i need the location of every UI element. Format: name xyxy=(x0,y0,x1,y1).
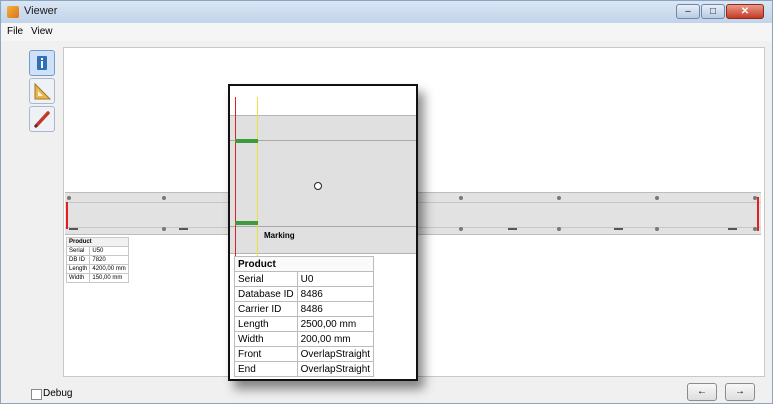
zoom-red-marker xyxy=(235,97,236,257)
small-table-value: U50 xyxy=(89,246,129,256)
product-table-value: OverlapStraight xyxy=(296,361,375,377)
strip-hole xyxy=(655,196,659,200)
debug-label: Debug xyxy=(43,388,73,399)
product-info-table: Product Serial U0 Database ID 8486 Carri… xyxy=(233,256,375,377)
small-table-key: Serial xyxy=(65,246,91,256)
small-table-header: Product xyxy=(66,237,129,247)
measure-tool-button[interactable] xyxy=(29,78,55,104)
zoom-yellow-guide xyxy=(257,97,258,257)
small-table-key: Width xyxy=(65,273,91,283)
strip-end-marker xyxy=(757,197,759,231)
small-table-key: Length xyxy=(65,264,91,274)
viewer-window: Viewer – □ ✕ File View Product Serial U5… xyxy=(0,0,773,404)
strip-start-marker xyxy=(66,202,68,229)
maximize-button[interactable]: □ xyxy=(701,4,725,19)
zoom-green-marker xyxy=(235,139,258,143)
close-button[interactable]: ✕ xyxy=(726,4,764,19)
product-table-value: 200,00 mm xyxy=(296,331,375,347)
product-table-key: Width xyxy=(234,331,298,347)
strip-hole xyxy=(655,227,659,231)
product-table-value: OverlapStraight xyxy=(296,346,375,362)
strip-slot xyxy=(614,228,623,230)
product-table-key: End xyxy=(234,361,298,377)
product-table-key: Carrier ID xyxy=(234,301,298,317)
debug-checkbox[interactable] xyxy=(31,389,42,400)
strip-hole xyxy=(459,196,463,200)
product-table-value: 8486 xyxy=(296,301,375,317)
strip-hole xyxy=(67,196,71,200)
menu-bar: File View xyxy=(1,23,772,41)
strip-hole xyxy=(557,196,561,200)
pencil-icon xyxy=(34,111,50,128)
strip-hole xyxy=(459,227,463,231)
strip-slot xyxy=(728,228,737,230)
menu-view[interactable]: View xyxy=(31,26,53,37)
product-info-table-small: Product Serial U50 DB ID 7820 Length 420… xyxy=(65,237,129,283)
title-bar: Viewer – □ ✕ xyxy=(1,1,772,23)
window-title: Viewer xyxy=(24,5,58,17)
previous-button[interactable]: ← xyxy=(687,383,717,401)
strip-hole xyxy=(753,196,757,200)
strip-slot xyxy=(69,228,78,230)
strip-hole xyxy=(162,227,166,231)
product-table-value: 8486 xyxy=(296,286,375,302)
info-icon xyxy=(37,56,47,70)
small-table-key: DB ID xyxy=(65,255,91,265)
strip-slot xyxy=(508,228,517,230)
strip-hole xyxy=(162,196,166,200)
strip-hole xyxy=(753,227,757,231)
strip-slot xyxy=(179,228,188,230)
product-table-key: Length xyxy=(234,316,298,332)
minimize-button[interactable]: – xyxy=(676,4,700,19)
next-button[interactable]: → xyxy=(725,383,755,401)
draw-tool-button[interactable] xyxy=(29,106,55,132)
product-table-key: Serial xyxy=(234,271,298,287)
small-table-value: 150,00 mm xyxy=(89,273,129,283)
zoom-green-marker xyxy=(235,221,258,225)
strip-hole xyxy=(557,227,561,231)
menu-file[interactable]: File xyxy=(7,26,23,37)
small-table-value: 7820 xyxy=(89,255,129,265)
zoom-popup[interactable]: Marking Product Serial U0 Database ID 84… xyxy=(228,84,418,381)
product-table-value: U0 xyxy=(296,271,375,287)
status-bar: Debug ← → xyxy=(1,382,772,403)
small-table-value: 4200,00 mm xyxy=(89,264,129,274)
zoom-hole-circle xyxy=(314,182,322,190)
info-tool-button[interactable] xyxy=(29,50,55,76)
product-table-key: Database ID xyxy=(234,286,298,302)
product-table-header: Product xyxy=(233,256,375,272)
app-icon xyxy=(7,6,19,18)
ruler-triangle-icon xyxy=(34,82,52,100)
marking-label: Marking xyxy=(264,231,295,240)
product-table-value: 2500,00 mm xyxy=(296,316,375,332)
product-table-key: Front xyxy=(234,346,298,362)
